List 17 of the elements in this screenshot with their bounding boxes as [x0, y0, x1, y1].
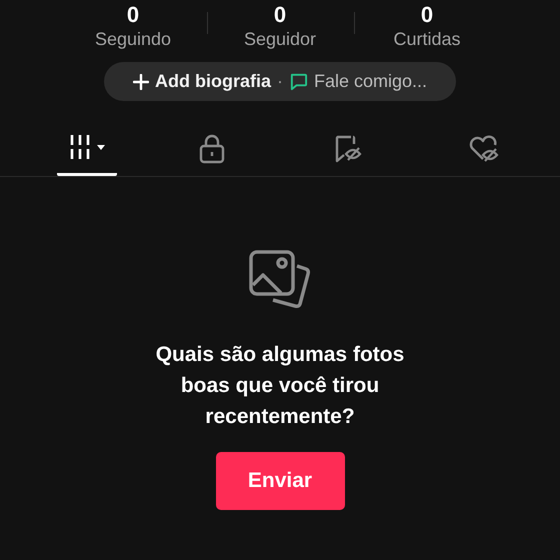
stat-count: 0: [126, 2, 140, 28]
message-button[interactable]: Fale comigo...: [288, 68, 428, 95]
stat-label: Curtidas: [393, 28, 461, 50]
empty-state-message: Quais são algumas fotos boas que você tirou recentemente?: [154, 342, 406, 430]
add-bio-button[interactable]: Add biografia: [132, 68, 271, 95]
bookmark-hidden-icon: [333, 134, 363, 164]
stat-count: 0: [420, 2, 434, 28]
stat-count: 0: [274, 2, 286, 28]
send-button[interactable]: Enviar: [216, 452, 344, 510]
plus-icon: [132, 74, 149, 90]
separator-dot: ·: [276, 70, 283, 93]
grid-icon: [68, 134, 106, 160]
chat-bubble-icon: [288, 72, 308, 91]
stat-label: Seguidor: [244, 28, 316, 50]
lock-icon: [199, 134, 225, 164]
stat-label: Seguindo: [94, 28, 172, 50]
heart-hidden-icon: [468, 134, 500, 164]
